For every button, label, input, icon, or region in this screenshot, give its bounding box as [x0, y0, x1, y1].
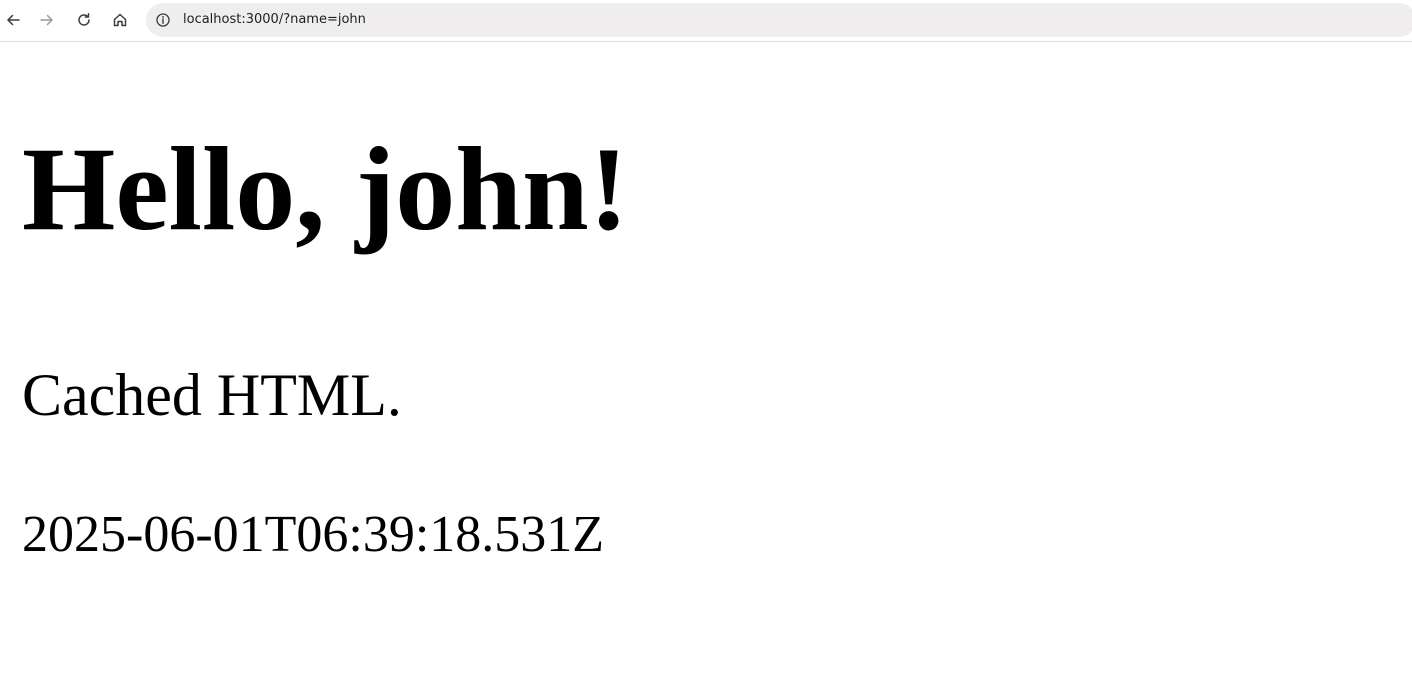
arrow-left-icon — [7, 14, 20, 26]
reload-button[interactable] — [70, 4, 98, 36]
timestamp-text: 2025-06-01T06:39:18.531Z — [22, 506, 605, 563]
info-icon — [156, 13, 170, 27]
page-content: Hello, john! Cached HTML. 2025-06-01T06:… — [0, 43, 1412, 690]
arrow-right-icon — [40, 14, 53, 26]
forward-button[interactable] — [33, 4, 61, 36]
reload-icon — [78, 13, 90, 26]
greeting-heading: Hello, john! — [22, 122, 629, 255]
browser-toolbar: localhost:3000/?name=john — [0, 0, 1412, 42]
cache-status-text: Cached HTML. — [22, 362, 402, 428]
url-text[interactable]: localhost:3000/?name=john — [183, 3, 366, 37]
home-icon — [113, 13, 127, 27]
address-bar[interactable]: localhost:3000/?name=john — [146, 3, 1412, 37]
back-button[interactable] — [0, 4, 27, 36]
home-button[interactable] — [106, 4, 134, 36]
site-info-button[interactable] — [153, 10, 173, 30]
